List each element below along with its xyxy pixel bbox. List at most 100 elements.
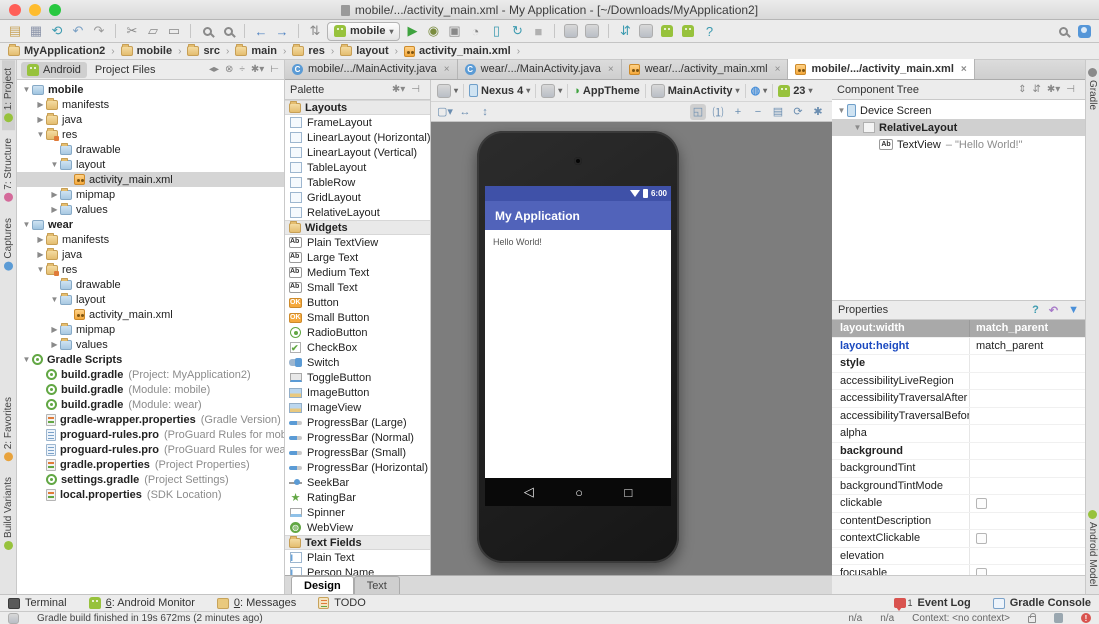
tree-chevron-icon[interactable]: ▶ xyxy=(35,235,46,244)
palette-item[interactable]: OKButton xyxy=(285,295,430,310)
expand-all-icon[interactable]: ⇕ xyxy=(1018,84,1026,95)
checkbox[interactable] xyxy=(976,533,987,544)
palette-item[interactable]: AbSmall Text xyxy=(285,280,430,295)
toolwindow-tab-captures[interactable]: Captures xyxy=(2,210,15,279)
palette-item[interactable]: ★RatingBar xyxy=(285,490,430,505)
locale-select[interactable]: ◍▾ xyxy=(751,84,768,97)
palette-item[interactable]: IPlain Text xyxy=(285,550,430,565)
mode-tab-text[interactable]: Text xyxy=(354,576,400,594)
tree-row[interactable]: settings.gradle(Project Settings) xyxy=(17,472,284,487)
property-row[interactable]: background xyxy=(832,443,1085,461)
collapse-all-icon[interactable]: ⇵ xyxy=(1032,84,1040,95)
palette-section-header[interactable]: Text Fields xyxy=(285,535,430,550)
theme-select[interactable]: ◑AppTheme xyxy=(573,85,640,97)
actual-size-icon[interactable]: ⑴ xyxy=(710,104,726,120)
preview-hello-text[interactable]: Hello World! xyxy=(493,237,542,247)
design-canvas[interactable]: 6:00 My Application Hello World! ◁ ○ □ xyxy=(431,122,832,575)
tree-row[interactable]: local.properties(SDK Location) xyxy=(17,487,284,502)
tree-row[interactable]: activity_main.xml xyxy=(17,172,284,187)
back-icon[interactable]: ← xyxy=(252,22,270,40)
palette-item[interactable]: Switch xyxy=(285,355,430,370)
properties-scrollbar[interactable] xyxy=(832,575,1085,594)
paste-icon[interactable]: ▭ xyxy=(165,22,183,40)
palette-item[interactable]: LinearLayout (Horizontal) xyxy=(285,130,430,145)
zoom-preset-icon[interactable]: ▢▾ xyxy=(437,104,453,120)
tree-row[interactable]: ▶java xyxy=(17,112,284,127)
tree-chevron-icon[interactable]: ▶ xyxy=(49,205,60,214)
close-tab-icon[interactable]: × xyxy=(961,64,967,75)
palette-item[interactable]: TableRow xyxy=(285,175,430,190)
property-row[interactable]: alpha xyxy=(832,425,1085,443)
tree-row[interactable]: ▼res xyxy=(17,262,284,277)
tree-row[interactable]: ▶manifests xyxy=(17,97,284,112)
restore-defaults-icon[interactable]: ↶ xyxy=(1049,304,1058,317)
property-value[interactable] xyxy=(970,495,1085,512)
collapse-all-icon[interactable]: ÷ xyxy=(239,64,245,75)
tree-row[interactable]: activity_main.xml xyxy=(17,307,284,322)
palette-item[interactable]: ProgressBar (Large) xyxy=(285,415,430,430)
zoom-in-icon[interactable]: + xyxy=(730,104,746,120)
property-value[interactable] xyxy=(970,530,1085,547)
debug-icon[interactable]: ◉ xyxy=(424,22,442,40)
tree-row[interactable]: ▼res xyxy=(17,127,284,142)
close-tab-icon[interactable]: × xyxy=(608,64,614,75)
avd-manager-icon[interactable] xyxy=(637,22,655,40)
toolwindow-tab-android-model[interactable]: Android Model xyxy=(1086,502,1099,594)
tree-chevron-icon[interactable]: ▶ xyxy=(49,340,60,349)
toolwindow-tab-build-variants[interactable]: Build Variants xyxy=(2,469,15,558)
tree-chevron-icon[interactable]: ▶ xyxy=(35,100,46,109)
toolwindow-tab-2-favorites[interactable]: 2: Favorites xyxy=(2,389,15,469)
palette-item[interactable]: Spinner xyxy=(285,505,430,520)
tree-row[interactable]: proguard-rules.pro(ProGuard Rules for we… xyxy=(17,442,284,457)
tree-chevron-icon[interactable]: ▼ xyxy=(35,130,46,139)
tree-chevron-icon[interactable]: ▼ xyxy=(836,106,847,115)
fit-height-icon[interactable]: ↕ xyxy=(477,104,493,120)
preview-content[interactable]: Hello World! xyxy=(485,230,671,478)
help-icon[interactable]: ? xyxy=(700,22,718,40)
toolwindow-button-0-messages[interactable]: 0: Messages xyxy=(217,597,296,609)
sdk-manager-icon[interactable] xyxy=(658,22,676,40)
tree-chevron-icon[interactable]: ▶ xyxy=(49,325,60,334)
checkbox[interactable] xyxy=(976,568,987,575)
palette-item[interactable]: ✔CheckBox xyxy=(285,340,430,355)
tree-row[interactable]: ▶manifests xyxy=(17,232,284,247)
tree-row[interactable]: ▼Gradle Scripts xyxy=(17,352,284,367)
toolwindow-button-todo[interactable]: TODO xyxy=(318,597,366,609)
tree-chevron-icon[interactable]: ▶ xyxy=(35,250,46,259)
toolwindow-button-terminal[interactable]: Terminal xyxy=(8,597,67,609)
save-all-icon[interactable]: ▦ xyxy=(27,22,45,40)
tree-row[interactable]: drawable xyxy=(17,277,284,292)
property-value[interactable] xyxy=(970,513,1085,530)
property-value[interactable] xyxy=(970,548,1085,565)
palette-item[interactable]: ImageButton xyxy=(285,385,430,400)
breadcrumb-item[interactable]: main xyxy=(233,45,279,57)
gradle-sync-icon[interactable]: ⇵ xyxy=(616,22,634,40)
wrench-icon[interactable] xyxy=(562,22,580,40)
settings-icon[interactable]: ✱▾ xyxy=(1047,84,1060,95)
tree-row[interactable]: ▼layout xyxy=(17,157,284,172)
toolwindow-button-6-android-monitor[interactable]: 6: Android Monitor xyxy=(89,597,195,609)
palette-item[interactable]: AbLarge Text xyxy=(285,250,430,265)
property-value[interactable]: match_parent xyxy=(970,320,1085,337)
lock-icon[interactable] xyxy=(1028,616,1036,623)
tree-chevron-icon[interactable]: ▼ xyxy=(21,85,32,94)
palette-item[interactable]: ProgressBar (Normal) xyxy=(285,430,430,445)
run-configuration-select[interactable]: mobile ▾ xyxy=(327,22,400,41)
property-row[interactable]: focusable xyxy=(832,565,1085,575)
toolwindow-tab-gradle[interactable]: Gradle xyxy=(1086,60,1099,118)
breadcrumb-item[interactable]: layout xyxy=(338,45,390,57)
attach-debugger-icon[interactable]: ▯ xyxy=(487,22,505,40)
tree-row[interactable]: gradle.properties(Project Properties) xyxy=(17,457,284,472)
tree-row[interactable]: ▶values xyxy=(17,202,284,217)
tree-row[interactable]: ▶mipmap xyxy=(17,322,284,337)
property-value[interactable] xyxy=(970,373,1085,390)
search-everywhere-icon[interactable] xyxy=(1054,22,1072,40)
find-icon[interactable] xyxy=(198,22,216,40)
tree-row[interactable]: ▼mobile xyxy=(17,82,284,97)
zoom-out-icon[interactable]: − xyxy=(750,104,766,120)
property-value[interactable] xyxy=(970,443,1085,460)
palette-item[interactable]: OKSmall Button xyxy=(285,310,430,325)
tree-row[interactable]: ▶values xyxy=(17,337,284,352)
toolwindow-toggle-icon[interactable] xyxy=(8,613,19,624)
palette-item[interactable]: TableLayout xyxy=(285,160,430,175)
